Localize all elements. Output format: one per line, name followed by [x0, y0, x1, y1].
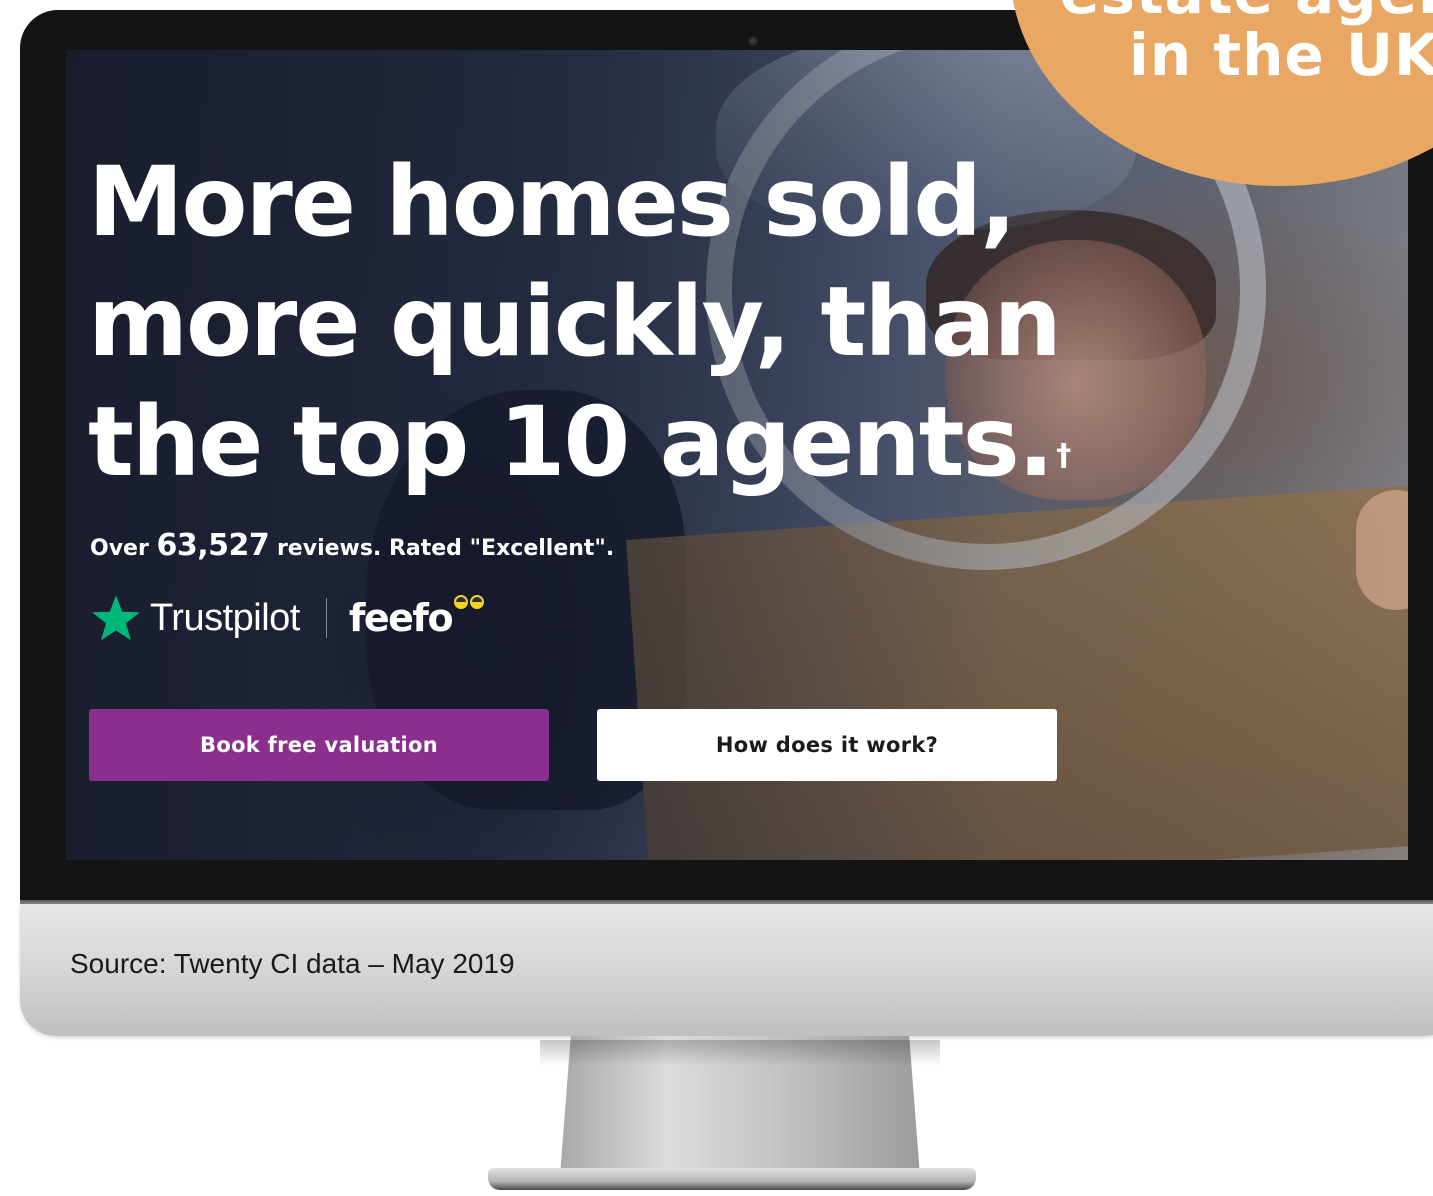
reviews-summary: Over 63,527 reviews. Rated "Excellent". — [90, 528, 614, 563]
review-logos: Trustpilot feefo — [90, 588, 486, 648]
headline-line-3: the top 10 agents. † — [88, 382, 1128, 502]
footnote-mark: † — [1056, 438, 1071, 473]
badge-line-2: in the UK — [1129, 21, 1433, 89]
reviews-count: 63,527 — [156, 528, 270, 563]
star-icon — [92, 595, 140, 641]
camera-icon — [748, 36, 758, 46]
monitor-stand-shadow — [540, 1040, 940, 1066]
headline-line-2: more quickly, than — [88, 266, 1062, 378]
source-note: Source: Twenty CI data – May 2019 — [70, 948, 515, 979]
reviews-suffix: reviews. Rated "Excellent". — [276, 536, 615, 561]
how-does-it-work-button[interactable]: How does it work? — [597, 709, 1057, 781]
feefo-eye-right — [470, 595, 485, 609]
badge-text: estate agent in the UK — [1060, 0, 1433, 86]
reviews-prefix: Over — [90, 536, 149, 561]
feefo-eyes-icon — [454, 595, 486, 609]
monitor-stand-base — [488, 1168, 976, 1190]
trustpilot-logo: Trustpilot — [150, 596, 300, 639]
headline-line-3-text: the top 10 agents. — [88, 386, 1054, 498]
hero-headline: More homes sold, more quickly, than the … — [88, 142, 1128, 502]
headline-line-1: More homes sold, — [88, 146, 1017, 258]
feefo-logo: feefo — [348, 596, 454, 640]
logo-divider — [325, 598, 327, 638]
book-free-valuation-button[interactable]: Book free valuation — [89, 709, 549, 781]
feefo-eye-left — [454, 595, 469, 609]
marketing-image: More homes sold, more quickly, than the … — [0, 0, 1433, 1196]
